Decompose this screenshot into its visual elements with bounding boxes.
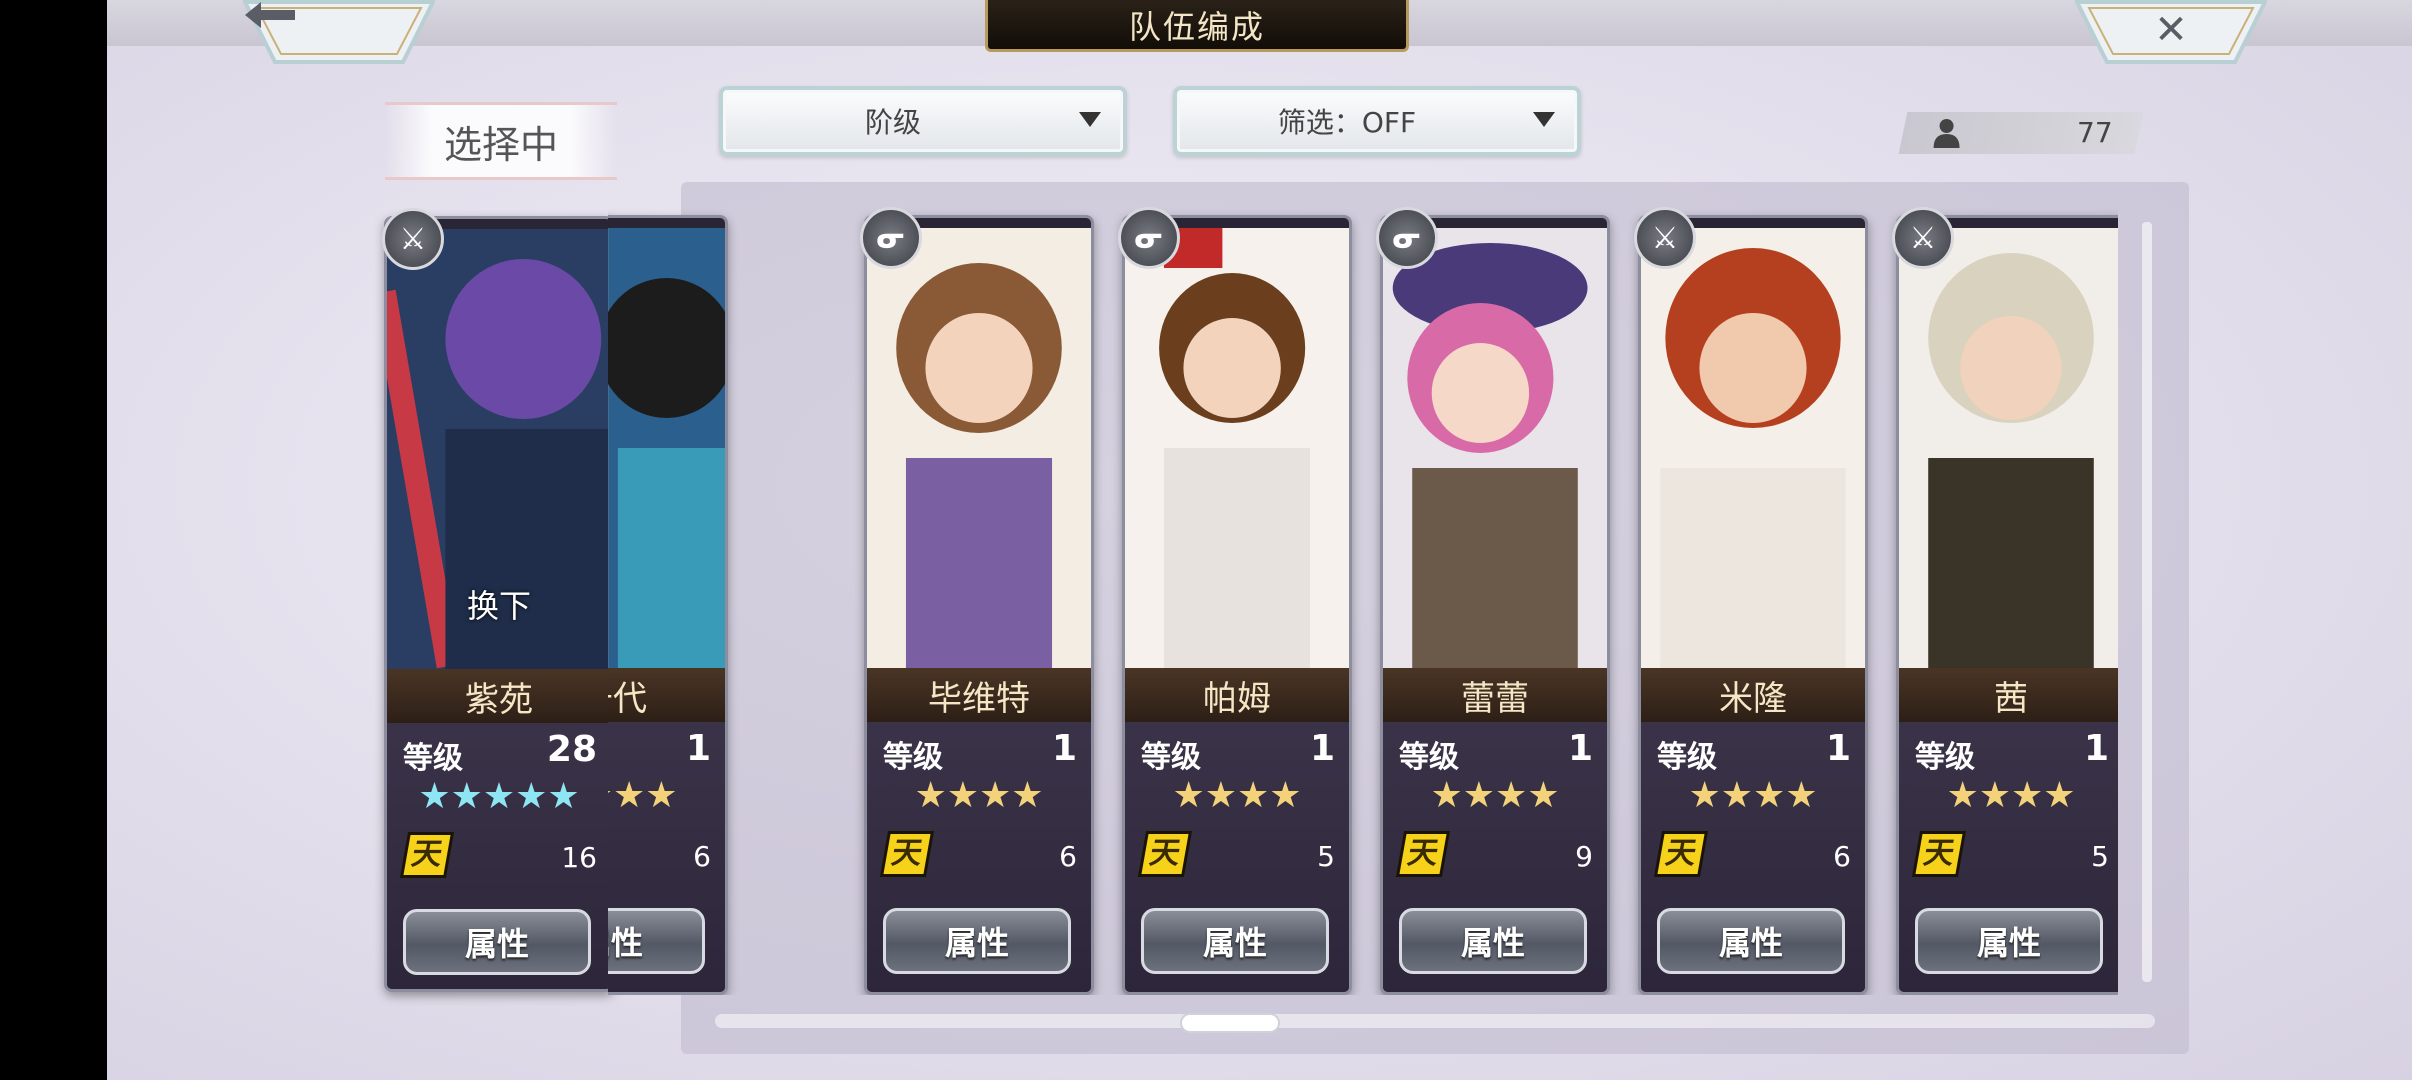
character-card[interactable]: 帕姆 等级 1 ★★★★ 天 5 属性	[1122, 215, 1352, 995]
level-label: 等级	[1141, 740, 1201, 775]
character-card[interactable]: 茜 等级 1 ★★★★ 天 5 属性	[1896, 215, 2118, 995]
character-card[interactable]: 蕾蕾 等级 1 ★★★★ 天 9 属性	[1380, 215, 1610, 995]
level-label: 等级	[1657, 740, 1717, 775]
character-stats: 等级 1 ★★★★ 天 6 属性	[1641, 722, 1865, 992]
character-stats: 等级 1 ★★★★ 天 6 属性	[608, 722, 725, 992]
character-name: 茜	[1899, 668, 2118, 722]
character-portrait	[608, 228, 725, 668]
attributes-button[interactable]: 属性	[403, 909, 591, 975]
tian-rank-icon: 天	[883, 834, 931, 874]
character-stats: 等级 1 ★★★★ 天 5 属性	[1125, 722, 1349, 992]
tian-count: 5	[1317, 840, 1335, 873]
star-rating: ★★★★	[1946, 775, 2076, 816]
chevron-down-icon	[1533, 112, 1555, 127]
rank-sort-dropdown[interactable]: 阶级	[719, 86, 1127, 156]
tian-count: 5	[2091, 840, 2109, 873]
level-label: 等级	[883, 740, 943, 775]
selected-character-card[interactable]: 换下 紫苑 等级 28 ★★★★★ 天 16 属性	[384, 216, 614, 992]
character-stats: 等级 1 ★★★★ 天 6 属性	[867, 722, 1091, 992]
character-stats: 等级 1 ★★★★ 天 5 属性	[1899, 722, 2118, 992]
sword-icon: ⚔	[1892, 207, 1954, 269]
sword-icon: ⚔	[382, 208, 444, 270]
tian-rank-icon: 天	[1141, 834, 1189, 874]
character-name: 帕姆	[1125, 668, 1349, 722]
character-name: 毕维特	[867, 668, 1091, 722]
star-rating: ★★★★★	[418, 776, 580, 817]
sword-icon: ⚔	[1634, 207, 1696, 269]
left-arrow-icon	[243, 0, 435, 60]
tian-rank-icon: 天	[1399, 834, 1447, 874]
attributes-button[interactable]: 属性	[883, 908, 1071, 974]
staff-icon: ᓂ	[860, 207, 922, 269]
level-value: 1	[1051, 728, 1077, 769]
character-stats: 等级 28 ★★★★★ 天 16 属性	[387, 723, 611, 989]
star-rating: ★★★★	[914, 775, 1044, 816]
chevron-down-icon	[1079, 112, 1101, 127]
close-button[interactable]: ✕	[2075, 0, 2267, 66]
star-rating: ★★★★	[1688, 775, 1818, 816]
character-name: 紫苑	[387, 669, 611, 723]
attributes-button[interactable]: 属性	[1915, 908, 2103, 974]
tian-count: 6	[1833, 840, 1851, 873]
character-card[interactable]: 米隆 等级 1 ★★★★ 天 6 属性	[1638, 215, 1868, 995]
user-icon	[1933, 118, 1961, 152]
level-value: 1	[1567, 728, 1593, 769]
star-rating: ★★★★	[1430, 775, 1560, 816]
roster-count: 77	[1898, 112, 2144, 154]
character-stats: 等级 1 ★★★★ 天 9 属性	[1383, 722, 1607, 992]
character-portrait	[1641, 228, 1865, 668]
roster-count-value: 77	[2077, 116, 2113, 149]
character-card-list[interactable]: 千代 等级 1 ★★★★ 天 6 属性 ᓂ 毕维特 等级 1 ★★★★ 天 6 …	[608, 205, 2118, 995]
filter-label: 筛选：OFF	[1277, 106, 1417, 139]
horizontal-scrollbar[interactable]	[715, 1014, 2155, 1028]
level-value: 28	[546, 729, 597, 770]
tian-count: 6	[693, 840, 711, 873]
level-label: 等级	[1915, 740, 1975, 775]
tian-count: 6	[1059, 840, 1077, 873]
staff-icon: ᓂ	[1376, 207, 1438, 269]
swap-out-label: 换下	[466, 587, 531, 625]
level-value: 1	[1309, 728, 1335, 769]
level-value: 1	[2083, 728, 2109, 769]
filter-dropdown[interactable]: 筛选：OFF	[1173, 86, 1581, 156]
attributes-button[interactable]: 属性	[1399, 908, 1587, 974]
star-rating: ★★★★	[608, 775, 678, 816]
tian-rank-icon: 天	[1657, 834, 1705, 874]
tian-count: 16	[561, 841, 597, 874]
star-rating: ★★★★	[1172, 775, 1302, 816]
character-card[interactable]: 毕维特 等级 1 ★★★★ 天 6 属性	[864, 215, 1094, 995]
character-name: 蕾蕾	[1383, 668, 1607, 722]
character-card[interactable]: 千代 等级 1 ★★★★ 天 6 属性	[608, 215, 728, 995]
scrollbar-thumb[interactable]	[1180, 1013, 1280, 1033]
character-portrait	[1899, 228, 2118, 668]
level-value: 1	[685, 728, 711, 769]
attributes-button[interactable]: 属性	[1657, 908, 1845, 974]
attributes-button[interactable]: 属性	[1141, 908, 1329, 974]
staff-icon: ᓂ	[1118, 207, 1180, 269]
character-portrait	[1383, 228, 1607, 668]
selecting-label: 选择中	[385, 102, 617, 180]
character-portrait	[867, 228, 1091, 668]
tian-count: 9	[1575, 840, 1593, 873]
rank-sort-label: 阶级	[864, 106, 921, 139]
character-name: 千代	[608, 668, 725, 722]
level-label: 等级	[403, 741, 463, 776]
level-value: 1	[1825, 728, 1851, 769]
close-x-icon: ✕	[2154, 7, 2188, 53]
next-card-edge	[2142, 222, 2152, 982]
level-label: 等级	[1399, 740, 1459, 775]
tian-rank-icon: 天	[1915, 834, 1963, 874]
attributes-button[interactable]: 属性	[608, 908, 705, 974]
character-name: 米隆	[1641, 668, 1865, 722]
back-button[interactable]	[243, 0, 435, 66]
tian-rank-icon: 天	[403, 835, 451, 875]
character-portrait	[1125, 228, 1349, 668]
page-title: 队伍编成	[985, 0, 1409, 52]
